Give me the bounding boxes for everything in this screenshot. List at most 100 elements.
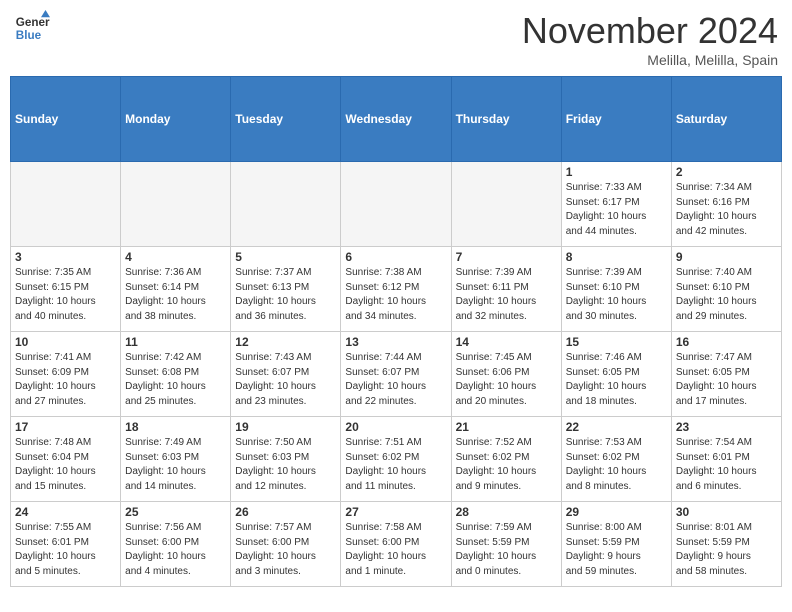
calendar-cell: 9Sunrise: 7:40 AMSunset: 6:10 PMDaylight… [671,247,781,332]
calendar-cell: 12 Sunrise: 7:43 AMSunset: 6:07 PMDayligh… [231,332,341,417]
day-info: Sunrise: 7:34 AMSunset: 6:16 PMDaylight:… [676,181,777,239]
calendar-cell: 18Sunrise: 7:49 AMSunset: 6:03 PMDayligh… [121,417,231,502]
calendar-cell: 14 Sunrise: 7:45 AMSunset: 6:06 PMDayligh… [451,332,561,417]
day-info: Sunrise: 7:45 AMSunset: 6:06 PMDaylight:… [456,351,557,409]
calendar-week-4: 17 Sunrise: 7:48 AMSunset: 6:04 PMDayligh… [11,417,782,502]
weekday-header-saturday: Saturday [671,77,781,162]
calendar-cell [341,162,451,247]
day-info: Sunrise: 7:35 AMSunset: 6:15 PMDaylight:… [15,266,116,324]
day-number: 9 [676,250,777,264]
calendar-cell: 23 Sunrise: 7:54 AMSunset: 6:01 PMDayligh… [671,417,781,502]
day-info: Sunrise: 7:58 AMSunset: 6:00 PMDaylight:… [345,521,446,579]
day-number: 12 [235,335,336,349]
day-number: 28 [456,505,557,519]
day-info: Sunrise: 7:43 AMSunset: 6:07 PMDaylight:… [235,351,336,409]
day-number: 1 [566,165,667,179]
day-number: 7 [456,250,557,264]
day-info: Sunrise: 7:44 AMSunset: 6:07 PMDaylight:… [345,351,446,409]
calendar-week-5: 24 Sunrise: 7:55 AMSunset: 6:01 PMDayligh… [11,502,782,587]
day-number: 18 [125,420,226,434]
calendar-cell: 22Sunrise: 7:53 AMSunset: 6:02 PMDayligh… [561,417,671,502]
calendar-table: SundayMondayTuesdayWednesdayThursdayFrid… [10,76,782,587]
calendar-cell [11,162,121,247]
day-info: Sunrise: 7:59 AMSunset: 5:59 PMDaylight:… [456,521,557,579]
day-info: Sunrise: 7:56 AMSunset: 6:00 PMDaylight:… [125,521,226,579]
day-number: 27 [345,505,446,519]
svg-text:Blue: Blue [16,29,42,42]
day-info: Sunrise: 7:54 AMSunset: 6:01 PMDaylight:… [676,436,777,494]
day-number: 29 [566,505,667,519]
calendar-cell: 11 Sunrise: 7:42 AMSunset: 6:08 PMDayligh… [121,332,231,417]
title-block: November 2024 Melilla, Melilla, Spain [522,10,778,68]
day-info: Sunrise: 7:42 AMSunset: 6:08 PMDaylight:… [125,351,226,409]
location: Melilla, Melilla, Spain [522,52,778,68]
day-number: 14 [456,335,557,349]
day-info: Sunrise: 7:48 AMSunset: 6:04 PMDaylight:… [15,436,116,494]
day-info: Sunrise: 7:37 AMSunset: 6:13 PMDaylight:… [235,266,336,324]
calendar-cell: 7 Sunrise: 7:39 AMSunset: 6:11 PMDaylight… [451,247,561,332]
day-info: Sunrise: 7:38 AMSunset: 6:12 PMDaylight:… [345,266,446,324]
calendar-cell [121,162,231,247]
calendar-week-3: 10 Sunrise: 7:41 AMSunset: 6:09 PMDayligh… [11,332,782,417]
calendar-cell: 21 Sunrise: 7:52 AMSunset: 6:02 PMDayligh… [451,417,561,502]
calendar-cell: 15 Sunrise: 7:46 AMSunset: 6:05 PMDayligh… [561,332,671,417]
day-number: 25 [125,505,226,519]
calendar-cell: 27 Sunrise: 7:58 AMSunset: 6:00 PMDayligh… [341,502,451,587]
day-number: 13 [345,335,446,349]
day-number: 2 [676,165,777,179]
day-info: Sunrise: 7:52 AMSunset: 6:02 PMDaylight:… [456,436,557,494]
calendar-cell: 8 Sunrise: 7:39 AMSunset: 6:10 PMDaylight… [561,247,671,332]
weekday-header-friday: Friday [561,77,671,162]
day-info: Sunrise: 8:00 AMSunset: 5:59 PMDaylight:… [566,521,667,579]
weekday-header-monday: Monday [121,77,231,162]
day-number: 20 [345,420,446,434]
day-info: Sunrise: 7:46 AMSunset: 6:05 PMDaylight:… [566,351,667,409]
day-number: 15 [566,335,667,349]
day-info: Sunrise: 7:39 AMSunset: 6:10 PMDaylight:… [566,266,667,324]
calendar-cell [231,162,341,247]
calendar-cell: 6 Sunrise: 7:38 AMSunset: 6:12 PMDaylight… [341,247,451,332]
calendar-cell: 24 Sunrise: 7:55 AMSunset: 6:01 PMDayligh… [11,502,121,587]
day-info: Sunrise: 7:33 AMSunset: 6:17 PMDaylight:… [566,181,667,239]
day-number: 11 [125,335,226,349]
day-info: Sunrise: 7:57 AMSunset: 6:00 PMDaylight:… [235,521,336,579]
calendar-cell: 30Sunrise: 8:01 AMSunset: 5:59 PMDayligh… [671,502,781,587]
day-number: 8 [566,250,667,264]
logo-icon: General Blue [14,10,50,46]
calendar-cell: 3Sunrise: 7:35 AMSunset: 6:15 PMDaylight… [11,247,121,332]
calendar-cell: 5 Sunrise: 7:37 AMSunset: 6:13 PMDaylight… [231,247,341,332]
calendar-cell: 17 Sunrise: 7:48 AMSunset: 6:04 PMDayligh… [11,417,121,502]
day-number: 10 [15,335,116,349]
calendar-week-2: 3Sunrise: 7:35 AMSunset: 6:15 PMDaylight… [11,247,782,332]
weekday-header-wednesday: Wednesday [341,77,451,162]
day-number: 6 [345,250,446,264]
calendar-cell: 16Sunrise: 7:47 AMSunset: 6:05 PMDayligh… [671,332,781,417]
weekday-header-row: SundayMondayTuesdayWednesdayThursdayFrid… [11,77,782,162]
svg-text:General: General [16,16,50,29]
day-number: 19 [235,420,336,434]
day-number: 17 [15,420,116,434]
calendar-cell: 29 Sunrise: 8:00 AMSunset: 5:59 PMDayligh… [561,502,671,587]
calendar-cell: 28 Sunrise: 7:59 AMSunset: 5:59 PMDayligh… [451,502,561,587]
day-number: 4 [125,250,226,264]
day-number: 23 [676,420,777,434]
day-number: 5 [235,250,336,264]
day-number: 24 [15,505,116,519]
day-number: 22 [566,420,667,434]
day-info: Sunrise: 7:55 AMSunset: 6:01 PMDaylight:… [15,521,116,579]
day-number: 16 [676,335,777,349]
calendar-cell [451,162,561,247]
weekday-header-thursday: Thursday [451,77,561,162]
day-info: Sunrise: 7:51 AMSunset: 6:02 PMDaylight:… [345,436,446,494]
day-info: Sunrise: 7:41 AMSunset: 6:09 PMDaylight:… [15,351,116,409]
day-info: Sunrise: 7:39 AMSunset: 6:11 PMDaylight:… [456,266,557,324]
logo: General Blue [14,10,50,46]
calendar-cell: 19 Sunrise: 7:50 AMSunset: 6:03 PMDayligh… [231,417,341,502]
day-number: 26 [235,505,336,519]
calendar-cell: 26 Sunrise: 7:57 AMSunset: 6:00 PMDayligh… [231,502,341,587]
calendar-cell: 13 Sunrise: 7:44 AMSunset: 6:07 PMDayligh… [341,332,451,417]
day-number: 21 [456,420,557,434]
day-info: Sunrise: 7:50 AMSunset: 6:03 PMDaylight:… [235,436,336,494]
day-info: Sunrise: 7:36 AMSunset: 6:14 PMDaylight:… [125,266,226,324]
day-number: 30 [676,505,777,519]
